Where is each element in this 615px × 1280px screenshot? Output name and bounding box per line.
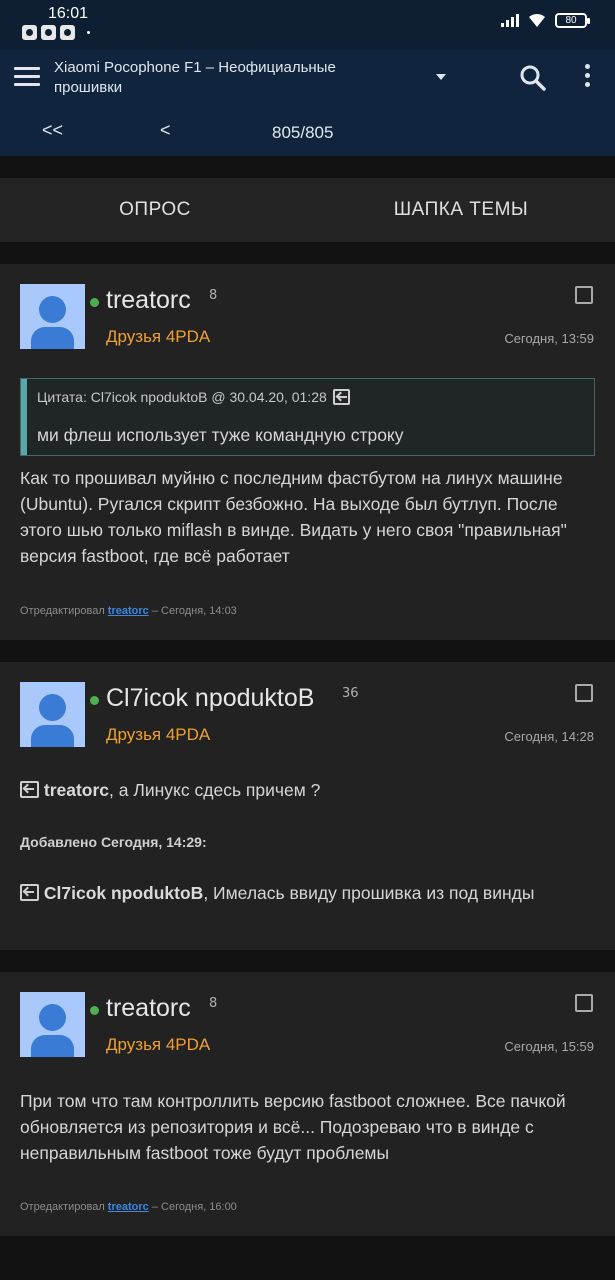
reply-to-user[interactable]: treatorc	[44, 780, 109, 800]
page-counter[interactable]: 805/805	[272, 123, 333, 143]
user-group: Друзья 4PDA	[106, 327, 211, 346]
go-to-quote-icon[interactable]	[332, 389, 350, 405]
post: treatorc 8 Друзья 4PDA Сегодня, 15:59 Пр…	[0, 972, 615, 1236]
status-bar: 16:01 80	[0, 0, 615, 50]
reputation-count[interactable]: 36	[342, 686, 359, 701]
quote-source: Цитата: Cl7icok npoduktoB @ 30.04.20, 01…	[37, 389, 327, 405]
online-status-icon	[90, 298, 99, 307]
status-time: 16:01	[48, 5, 89, 22]
reply-link-icon[interactable]	[20, 781, 39, 798]
added-note: Добавлено Сегодня, 14:29:	[20, 834, 207, 850]
more-options-icon[interactable]	[578, 64, 596, 92]
post-select-checkbox[interactable]	[575, 994, 593, 1012]
tab-topic-header[interactable]: ШАПКА ТЕМЫ	[366, 178, 556, 242]
online-status-icon	[90, 1006, 99, 1015]
post-time: Сегодня, 13:59	[504, 331, 594, 346]
edited-by-link[interactable]: treatorc	[108, 605, 149, 617]
search-icon[interactable]	[518, 63, 548, 93]
reply-link-icon[interactable]	[20, 884, 39, 901]
post-time: Сегодня, 15:59	[504, 1039, 594, 1054]
post: treatorc 8 Друзья 4PDA Сегодня, 13:59 Ци…	[0, 264, 615, 640]
telegram-icon	[60, 25, 75, 40]
reply-text: , а Линукс сдесь причем ?	[109, 780, 321, 800]
user-group: Друзья 4PDA	[106, 1035, 211, 1054]
quote-header: Цитата: Cl7icok npoduktoB @ 30.04.20, 01…	[37, 389, 350, 405]
post-select-checkbox[interactable]	[575, 286, 593, 304]
quote-bar	[21, 379, 27, 455]
edited-prefix: Отредактировал	[20, 605, 105, 617]
topic-tabs: ОПРОС ШАПКА ТЕМЫ	[0, 178, 615, 242]
post-author[interactable]: Cl7icok npoduktoB	[106, 684, 314, 713]
system-icons: 80	[501, 12, 590, 28]
quote-text: ми флеш использует туже командную строку	[37, 425, 404, 445]
post: Cl7icok npoduktoB 36 Друзья 4PDA Сегодня…	[0, 662, 615, 950]
edited-by-link[interactable]: treatorc	[108, 1201, 149, 1213]
topic-title[interactable]: Xiaomi Pocophone F1 – Неофициальные прош…	[54, 58, 404, 98]
telegram-icon	[41, 25, 56, 40]
tab-poll[interactable]: ОПРОС	[60, 178, 250, 242]
quote-block: Цитата: Cl7icok npoduktoB @ 30.04.20, 01…	[20, 378, 595, 456]
pagination: << < 805/805	[0, 114, 615, 150]
edited-info: Отредактировал treatorc – Сегодня, 16:00	[20, 1201, 237, 1213]
avatar[interactable]	[20, 284, 85, 349]
reputation-count[interactable]: 8	[209, 996, 217, 1011]
reply-line: Cl7icok npoduktoB, Имелась ввиду прошивк…	[20, 880, 595, 906]
battery-icon: 80	[555, 12, 590, 28]
online-status-icon	[90, 696, 99, 705]
avatar[interactable]	[20, 682, 85, 747]
telegram-icon	[22, 25, 37, 40]
first-page-button[interactable]: <<	[42, 120, 63, 141]
post-author[interactable]: treatorc	[106, 994, 191, 1023]
post-select-checkbox[interactable]	[575, 684, 593, 702]
edited-info: Отредактировал treatorc – Сегодня, 14:03	[20, 605, 237, 617]
prev-page-button[interactable]: <	[160, 120, 171, 141]
user-group: Друзья 4PDA	[106, 725, 211, 744]
edited-prefix: Отредактировал	[20, 1201, 105, 1213]
post-time: Сегодня, 14:28	[504, 729, 594, 744]
app-bar: Xiaomi Pocophone F1 – Неофициальные прош…	[0, 50, 615, 156]
more-notifications-dot	[87, 31, 90, 34]
dropdown-arrow-icon[interactable]	[434, 70, 448, 84]
reply-to-user[interactable]: Cl7icok npoduktoB	[44, 883, 203, 903]
avatar[interactable]	[20, 992, 85, 1057]
wifi-icon	[529, 13, 545, 27]
notification-icons	[22, 25, 90, 40]
reputation-count[interactable]: 8	[209, 288, 217, 303]
edited-time: – Сегодня, 16:00	[151, 1201, 237, 1213]
reply-line: treatorc, а Линукс сдесь причем ?	[20, 777, 595, 803]
menu-icon[interactable]	[14, 67, 40, 89]
post-text: При том что там контроллить версию fastb…	[20, 1091, 566, 1163]
signal-icon	[501, 13, 519, 27]
edited-time: – Сегодня, 14:03	[151, 605, 237, 617]
post-author[interactable]: treatorc	[106, 286, 191, 315]
post-text: Как то прошивал муйню с последним фастбу…	[20, 468, 567, 566]
reply-text: , Имелась ввиду прошивка из под винды	[203, 883, 535, 903]
